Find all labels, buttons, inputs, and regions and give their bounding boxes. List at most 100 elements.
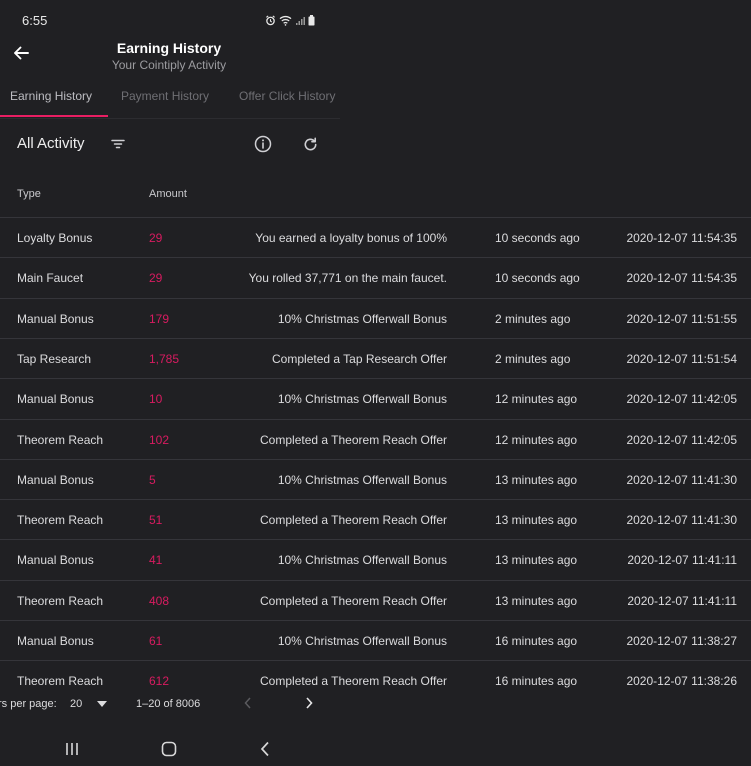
table-row: Theorem Reach 408 Completed a Theorem Reac… (0, 579, 751, 621)
column-header-type[interactable]: Type (17, 188, 41, 200)
cell-date: 2020-12-07 11:42:05 (626, 432, 737, 447)
cell-amount: 29 (149, 271, 163, 286)
alarm-icon (265, 13, 276, 31)
cell-date: 2020-12-07 11:42:05 (626, 392, 737, 407)
cell-type: Manual Bonus (17, 472, 94, 487)
cell-amount: 10 (149, 392, 163, 407)
refresh-button[interactable] (298, 132, 322, 156)
cell-type: Manual Bonus (17, 634, 94, 648)
cell-time-ago: 13 minutes ago (495, 593, 578, 608)
caret-down-icon (97, 701, 108, 708)
table-row: Theorem Reach 51 Completed a Theorem Reach… (0, 499, 751, 540)
cell-type: Loyalty Bonus (17, 231, 93, 245)
status-icons (265, 13, 315, 31)
cell-amount: 29 (149, 231, 163, 245)
page-range: 1–20 of 8006 (136, 698, 201, 710)
system-back-button[interactable] (253, 738, 277, 760)
cell-description: Completed a Theorem Reach Offer (260, 593, 447, 608)
tab-payment-history[interactable]: Payment History (121, 89, 209, 103)
cell-time-ago: 2 minutes ago (495, 351, 571, 366)
cell-type: Manual Bonus (17, 311, 94, 326)
cell-time-ago: 13 minutes ago (495, 553, 578, 568)
cell-time-ago: 12 minutes ago (495, 432, 578, 447)
cell-time-ago: 12 minutes ago (495, 392, 578, 407)
table-row: Manual Bonus 41 10% Christmas Offerwall Bo… (0, 539, 751, 580)
recents-icon (66, 743, 78, 755)
cell-description: Completed a Tap Research Offer (272, 351, 447, 366)
cell-time-ago: 10 seconds ago (495, 271, 580, 286)
cell-date: 2020-12-07 11:41:11 (627, 593, 737, 608)
cell-description: 10% Christmas Offerwall Bonus (277, 634, 447, 648)
cell-type: Theorem Reach (17, 593, 104, 608)
table-row: Manual Bonus 179 10% Christmas Offerwall B… (0, 297, 751, 339)
cell-description: 10% Christmas Offerwall Bonus (277, 392, 447, 407)
table-row: Manual Bonus 5 10% Christmas Offerwall Bon… (0, 458, 751, 500)
status-time: 6:55 (22, 13, 48, 28)
cell-description: 10% Christmas Offerwall Bonus (277, 472, 447, 487)
cell-date: 2020-12-07 11:54:35 (626, 231, 737, 245)
info-icon (254, 135, 272, 153)
battery-icon (308, 13, 315, 31)
cell-amount: 102 (149, 432, 170, 447)
cell-date: 2020-12-07 11:38:27 (626, 634, 737, 648)
cell-amount: 179 (149, 311, 170, 326)
next-page-button[interactable] (304, 697, 314, 712)
table-row: Manual Bonus 61 10% Christmas Offerwall Bo… (0, 620, 751, 661)
table-row: Theorem Reach 102 Completed a Theorem Reac… (0, 418, 751, 460)
cell-description: You earned a loyalty bonus of 100% (255, 231, 447, 245)
cell-description: 10% Christmas Offerwall Bonus (277, 311, 447, 326)
cell-date: 2020-12-07 11:41:30 (626, 513, 737, 528)
cell-description: Completed a Theorem Reach Offer (260, 513, 447, 528)
chevron-left-icon (244, 697, 251, 709)
system-nav-bar (0, 730, 340, 766)
table-row: Tap Research 1,785 Completed a Tap Researc… (0, 337, 751, 379)
status-bar: 6:55 (0, 0, 340, 40)
tab-earning-history[interactable]: Earning History (10, 89, 92, 103)
info-button[interactable] (251, 132, 275, 156)
cell-date: 2020-12-07 11:51:54 (626, 351, 737, 366)
screen: 6:55 Earning History Your Cointiply Acti… (0, 0, 751, 766)
home-icon (161, 741, 177, 757)
cell-amount: 408 (149, 593, 170, 608)
recents-button[interactable] (60, 738, 84, 760)
tab-offer-click-history[interactable]: Offer Click History (239, 89, 335, 103)
cell-date: 2020-12-07 11:54:35 (626, 271, 737, 286)
cell-time-ago: 2 minutes ago (495, 311, 571, 326)
cell-description: Completed a Theorem Reach Offer (260, 432, 447, 447)
chevron-right-icon (306, 697, 313, 709)
rows-per-page-value: 20 (70, 698, 83, 710)
filter-title: All Activity (17, 135, 85, 152)
table-row: Loyalty Bonus 29 You earned a loyalty bonu… (0, 217, 751, 258)
previous-page-button[interactable] (243, 697, 253, 712)
cell-amount: 5 (149, 472, 156, 487)
cell-description: You rolled 37,771 on the main faucet. (248, 271, 447, 286)
cell-amount: 61 (149, 634, 163, 648)
chevron-left-icon (260, 741, 269, 757)
cell-description: 10% Christmas Offerwall Bonus (277, 553, 447, 568)
cell-type: Main Faucet (17, 271, 84, 286)
column-header-amount[interactable]: Amount (149, 188, 187, 200)
cell-time-ago: 13 minutes ago (495, 513, 578, 528)
signal-icon (295, 13, 305, 31)
tab-bar: Earning History Payment History Offer Cl… (0, 80, 340, 119)
cell-date: 2020-12-07 11:51:55 (626, 311, 737, 326)
cell-amount: 41 (149, 553, 163, 568)
cell-date: 2020-12-07 11:41:11 (627, 553, 737, 568)
cell-time-ago: 16 minutes ago (495, 634, 578, 648)
filter-icon (111, 139, 125, 149)
cell-type: Theorem Reach (17, 432, 104, 447)
cell-type: Theorem Reach (17, 513, 104, 528)
rows-per-page-label: rs per page: (0, 698, 57, 710)
page-subtitle: Your Cointiply Activity (111, 58, 227, 72)
wifi-icon (279, 13, 292, 31)
rows-per-page-select[interactable]: 20 (70, 698, 108, 710)
table-row: Main Faucet 29 You rolled 37,771 on the ma… (0, 257, 751, 298)
pagination: rs per page: 20 1–20 of 8006 (0, 682, 751, 726)
cell-date: 2020-12-07 11:41:30 (626, 472, 737, 487)
page-title: Earning History (116, 40, 222, 56)
filter-button[interactable] (106, 132, 130, 156)
cell-type: Manual Bonus (17, 553, 94, 568)
refresh-icon (304, 137, 316, 150)
cell-type: Manual Bonus (17, 392, 94, 407)
home-button[interactable] (157, 738, 181, 760)
